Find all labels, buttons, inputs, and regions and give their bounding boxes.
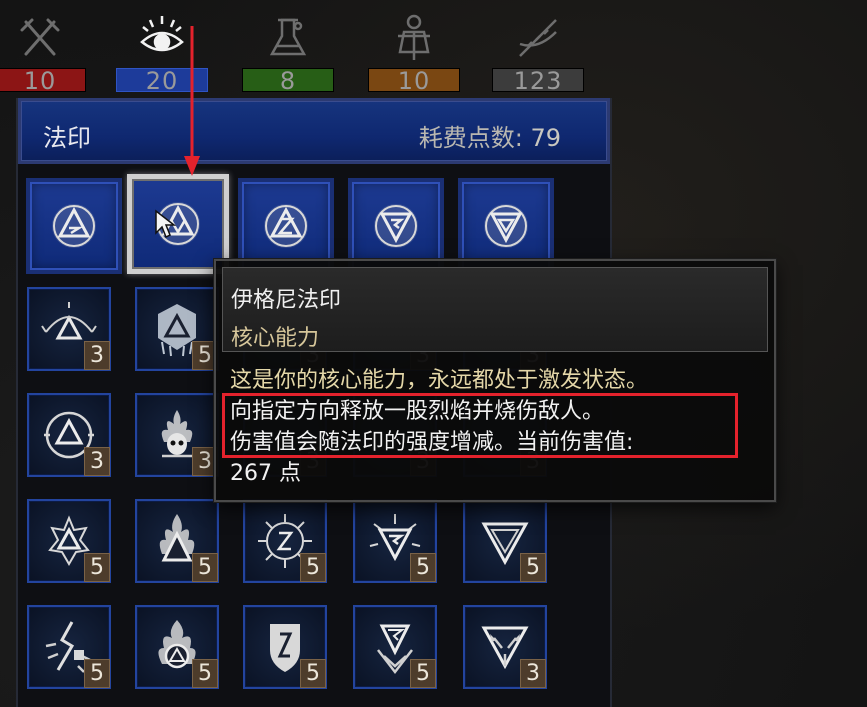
eye-sign-icon <box>140 16 184 52</box>
skill-slot-quen-discharge[interactable]: 5 <box>353 605 437 689</box>
skill-slot-aard[interactable] <box>26 178 122 274</box>
category-alchemy[interactable]: 8 <box>242 8 334 94</box>
skill-level: 5 <box>192 553 218 582</box>
skill-level: 5 <box>300 553 326 582</box>
tooltip-header: 伊格尼法印 核心能力 <box>222 267 768 352</box>
panel-header: 法印 耗费点数: 79 <box>18 98 610 164</box>
points-value: 79 <box>530 124 561 152</box>
points-spent: 耗费点数: 79 <box>419 118 561 153</box>
skill-slot-quen-burst[interactable]: 5 <box>353 499 437 583</box>
skill-slot-axii-puppet[interactable]: 3 <box>463 605 547 689</box>
skills-screen: 10 20 8 10 123 法印 耗费点数: 79 3 5 3 3 5 5 5… <box>0 0 867 707</box>
tooltip-line: 这是你的核心能力，永远都处于激发状态。 <box>230 368 649 393</box>
category-bar: 10 <box>0 67 86 95</box>
skill-slot-aard-intensity[interactable]: 5 <box>27 499 111 583</box>
skill-level: 5 <box>84 659 110 688</box>
skill-tooltip: 伊格尼法印 核心能力 这是你的核心能力，永远都处于激发状态。 向指定方向释放一股… <box>214 259 776 502</box>
category-value: 123 <box>513 67 563 95</box>
skill-slot-igni-skull[interactable]: 3 <box>135 393 219 477</box>
skill-slot-aard-sweep[interactable]: 3 <box>27 287 111 371</box>
category-bar: 123 <box>492 67 584 95</box>
skill-level: 3 <box>84 341 110 370</box>
category-bar: 8 <box>242 67 334 95</box>
quen-sign-icon <box>374 204 418 248</box>
crossed-swords-icon <box>20 18 60 56</box>
panel-title: 法印 <box>43 124 91 152</box>
skill-slot-yrden-shield[interactable]: 5 <box>243 605 327 689</box>
tooltip-skill-type: 核心能力 <box>231 326 320 351</box>
category-mutagens[interactable]: 123 <box>492 8 584 94</box>
dna-icon <box>519 19 557 57</box>
category-value: 10 <box>397 67 431 95</box>
skill-slot-yrden-sun[interactable]: 5 <box>243 499 327 583</box>
mouse-cursor-icon <box>155 209 176 239</box>
witcher-figure-icon <box>398 14 430 60</box>
tooltip-skill-name: 伊格尼法印 <box>231 288 342 313</box>
axii-sign-icon <box>484 204 528 248</box>
skill-level: 5 <box>84 553 110 582</box>
category-value: 10 <box>23 67 57 95</box>
annotation-arrow-icon <box>184 26 200 176</box>
skill-slot-igni-frost[interactable]: 5 <box>135 287 219 371</box>
skill-slot-igni-firestorm[interactable]: 5 <box>135 605 219 689</box>
points-label: 耗费点数: <box>418 124 531 152</box>
skill-level: 5 <box>410 553 436 582</box>
category-general[interactable]: 10 <box>368 8 460 94</box>
skill-level: 5 <box>410 659 436 688</box>
tooltip-line: 267 点 <box>230 461 301 486</box>
aard-sign-icon <box>52 204 96 248</box>
skill-level: 5 <box>300 659 326 688</box>
skill-level: 3 <box>84 447 110 476</box>
yrden-sign-icon <box>264 204 308 248</box>
category-bar: 10 <box>368 67 460 95</box>
skill-level: 5 <box>520 553 546 582</box>
category-value: 8 <box>279 67 297 95</box>
alchemy-flask-icon <box>269 18 307 56</box>
skill-level: 3 <box>520 659 546 688</box>
skill-level: 5 <box>192 659 218 688</box>
skill-slot-aard-ring[interactable]: 3 <box>27 393 111 477</box>
skill-slot-igni-flame[interactable]: 5 <box>135 499 219 583</box>
category-combat[interactable]: 10 <box>0 8 86 94</box>
skill-slot-aard-shatter[interactable]: 5 <box>27 605 111 689</box>
annotation-highlight-box <box>222 393 738 458</box>
skill-slot-axii-chevron[interactable]: 5 <box>463 499 547 583</box>
